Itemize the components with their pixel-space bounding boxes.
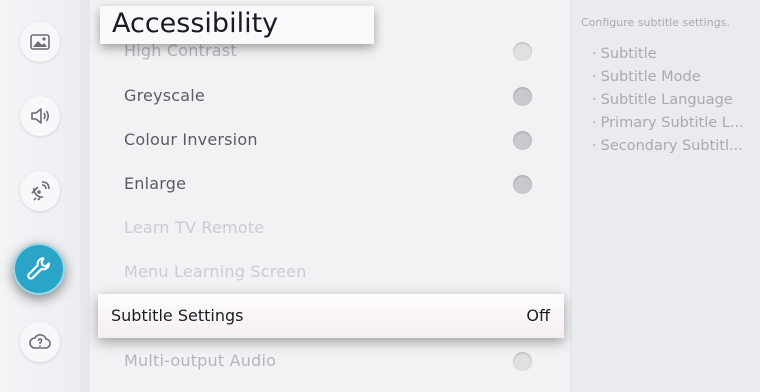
toggle-indicator	[513, 131, 532, 150]
menu-item-label: Multi-output Audio	[124, 351, 277, 370]
description-item: · Subtitle Language	[592, 92, 733, 108]
title-bar: Accessibility	[100, 6, 374, 44]
bullet: ·	[592, 69, 597, 85]
menu-item-multi-output-audio[interactable]: Multi-output Audio	[90, 339, 562, 383]
bullet: ·	[592, 138, 597, 154]
toggle-indicator	[513, 87, 532, 106]
bullet: ·	[592, 92, 597, 108]
description-item: · Subtitle	[592, 46, 657, 62]
toggle-indicator	[513, 352, 532, 371]
description-list: · Subtitle · Subtitle Mode · Subtitle Langu…	[592, 43, 752, 158]
menu-item-greyscale[interactable]: Greyscale	[90, 74, 562, 118]
menu-item-learn-tv-remote: Learn TV Remote	[90, 206, 562, 250]
broadcasting-button[interactable]	[20, 171, 60, 211]
toggle-indicator	[513, 42, 532, 61]
category-rail	[0, 0, 80, 392]
support-button[interactable]	[20, 322, 60, 362]
menu-item-label: Enlarge	[124, 174, 187, 193]
description-panel: Configure subtitle settings. · Subtitle ·…	[572, 0, 760, 392]
broadcasting-icon	[31, 181, 50, 201]
sound-icon	[31, 108, 50, 124]
menu-item-label: Learn TV Remote	[124, 218, 265, 237]
menu-item-label: Greyscale	[124, 86, 205, 105]
menu-item-subtitle-settings[interactable]: Subtitle Settings Off	[98, 294, 564, 338]
description-heading: Configure subtitle settings.	[581, 16, 730, 29]
picture-icon	[30, 34, 50, 50]
sound-button[interactable]	[20, 96, 60, 136]
wrench-icon	[27, 257, 51, 280]
description-item: · Primary Subtitle L...	[592, 115, 744, 131]
description-item: · Subtitle Mode	[592, 69, 701, 85]
bullet: ·	[592, 115, 597, 131]
description-item: · Secondary Subtitl...	[592, 138, 743, 154]
menu-item-label: Menu Learning Screen	[124, 262, 307, 281]
menu-item-label: Subtitle Settings	[111, 306, 244, 325]
menu-item-label: Colour Inversion	[124, 130, 258, 149]
picture-button[interactable]	[20, 22, 60, 62]
menu-item-colour-inversion[interactable]: Colour Inversion	[90, 118, 562, 162]
support-icon	[29, 334, 51, 349]
toggle-indicator	[513, 175, 532, 194]
page-title: Accessibility	[112, 8, 279, 39]
menu-item-enlarge[interactable]: Enlarge	[90, 162, 562, 206]
menu-item-menu-learning-screen: Menu Learning Screen	[90, 250, 562, 294]
general-button[interactable]	[13, 243, 65, 295]
menu-item-value: Off	[526, 306, 550, 325]
bullet: ·	[592, 46, 597, 62]
